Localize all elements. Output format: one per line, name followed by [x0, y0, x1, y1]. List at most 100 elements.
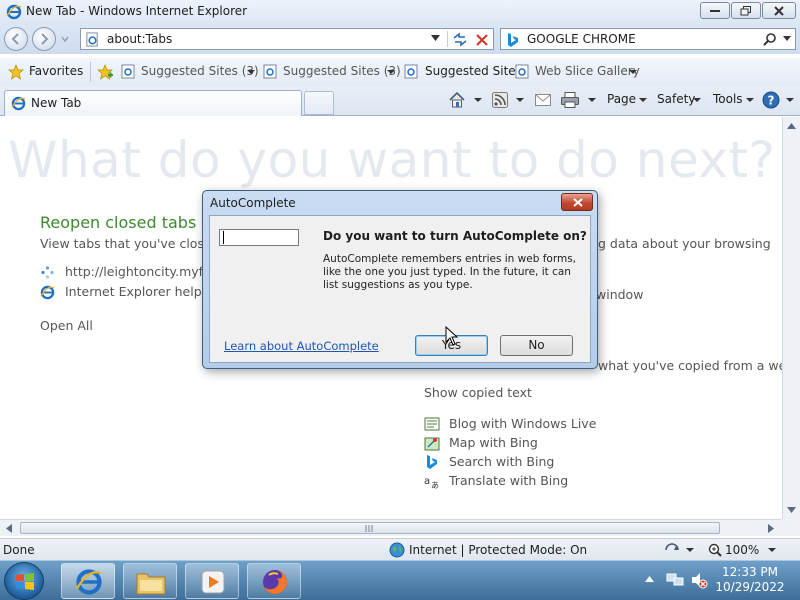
horizontal-scrollbar[interactable]	[0, 519, 782, 536]
inprivate-window-text[interactable]: window	[596, 287, 643, 302]
favorites-bar: Favorites Suggested Sites (3) Suggested …	[0, 58, 800, 86]
protected-mode-icon[interactable]	[664, 543, 680, 557]
reopen-closed-tabs-description: View tabs that you've closed	[40, 236, 220, 251]
print-dropdown-icon[interactable]	[588, 98, 596, 102]
closed-tab-url: http://leightoncity.myftp	[65, 264, 216, 279]
accelerator-label: Map with Bing	[449, 435, 538, 450]
page-menu[interactable]: Page	[607, 92, 636, 110]
show-copied-text-link[interactable]: Show copied text	[424, 385, 532, 400]
scroll-down-icon[interactable]	[787, 507, 796, 513]
search-dropdown-icon[interactable]	[783, 36, 791, 42]
address-input[interactable]: about:Tabs	[107, 32, 172, 46]
page-dropdown-icon[interactable]	[639, 98, 647, 102]
tools-menu[interactable]: Tools	[713, 92, 743, 110]
suggested-sites-link-3[interactable]: Suggested Sites	[425, 64, 522, 80]
search-box[interactable]: GOOGLE CHROME	[500, 28, 796, 50]
bing-icon	[508, 33, 518, 47]
stop-icon[interactable]	[474, 32, 490, 48]
refresh-icon[interactable]	[451, 31, 469, 48]
accelerator-label: Blog with Windows Live	[449, 416, 597, 431]
vertical-scrollbar[interactable]	[782, 117, 800, 519]
add-to-favorites-bar-icon[interactable]	[96, 63, 114, 81]
restore-button[interactable]	[731, 2, 761, 19]
scroll-left-icon[interactable]	[6, 524, 12, 533]
minimize-button[interactable]	[700, 2, 730, 19]
dropdown-caret-icon[interactable]	[387, 70, 395, 74]
taskbar: 12:33 PM 10/29/2022	[0, 560, 800, 600]
feeds-dropdown-icon[interactable]	[516, 98, 524, 102]
dropdown-caret-icon[interactable]	[629, 70, 637, 74]
safety-dropdown-icon[interactable]	[693, 98, 701, 102]
windows-live-blog-icon	[424, 417, 440, 431]
feeds-icon[interactable]	[492, 92, 508, 108]
close-window-button[interactable]	[762, 2, 796, 19]
safety-menu[interactable]: Safety	[657, 92, 695, 110]
accelerator-label: Search with Bing	[449, 454, 555, 469]
dropdown-caret-icon[interactable]	[247, 70, 255, 74]
scroll-right-icon[interactable]	[768, 524, 774, 533]
new-tab-button[interactable]	[304, 91, 334, 115]
home-dropdown-icon[interactable]	[474, 98, 482, 102]
tab-new-tab[interactable]: New Tab	[4, 90, 302, 116]
tools-dropdown-icon[interactable]	[746, 98, 754, 102]
window-title: New Tab - Windows Internet Explorer	[26, 4, 248, 18]
show-hidden-icons-icon[interactable]	[645, 576, 654, 582]
clock-time: 12:33 PM	[722, 565, 778, 579]
browsing-data-text: g data about your browsing	[598, 236, 771, 251]
horizontal-scroll-thumb[interactable]	[20, 522, 720, 534]
dialog-close-button[interactable]	[561, 193, 593, 211]
taskbar-firefox[interactable]	[247, 563, 301, 599]
favorites-label: Favorites	[29, 64, 84, 78]
search-icon[interactable]	[763, 32, 777, 46]
suggested-sites-link-2[interactable]: Suggested Sites (3)	[283, 64, 401, 80]
windows-logo-icon	[16, 573, 34, 590]
media-player-icon	[201, 570, 225, 594]
autocomplete-sample-input[interactable]	[219, 229, 299, 246]
dialog-title: AutoComplete	[210, 196, 296, 210]
bing-icon	[427, 455, 437, 469]
protected-mode-dropdown-icon[interactable]	[686, 548, 694, 552]
dialog-body: Do you want to turn AutoComplete on? Aut…	[209, 215, 591, 363]
network-icon[interactable]	[666, 572, 684, 588]
address-dropdown-icon[interactable]	[431, 35, 440, 41]
forward-button[interactable]	[32, 27, 56, 51]
security-zone[interactable]: Internet | Protected Mode: On	[409, 543, 587, 557]
favorites-star-icon	[8, 64, 24, 80]
help-dropdown-icon[interactable]	[786, 98, 794, 102]
taskbar-internet-explorer[interactable]	[61, 563, 115, 599]
home-icon[interactable]	[448, 91, 466, 109]
title-bar: New Tab - Windows Internet Explorer	[0, 0, 800, 24]
search-input[interactable]: GOOGLE CHROME	[527, 32, 636, 46]
web-slice-icon	[515, 64, 529, 79]
tab-row: New Tab Page Safety Tools ?	[0, 86, 800, 116]
web-slice-gallery-link[interactable]: Web Slice Gallery	[535, 64, 640, 80]
mail-icon[interactable]	[535, 93, 551, 107]
history-dropdown-icon[interactable]	[60, 34, 70, 44]
svg-text:a: a	[424, 476, 430, 487]
learn-about-autocomplete-link[interactable]: Learn about AutoComplete	[224, 339, 379, 353]
system-clock[interactable]: 12:33 PM 10/29/2022	[700, 565, 800, 595]
help-icon[interactable]: ?	[762, 91, 780, 109]
zoom-level[interactable]: 100%	[725, 543, 759, 557]
back-arrow-icon	[11, 33, 19, 45]
back-button[interactable]	[4, 27, 28, 51]
internet-explorer-icon	[75, 569, 102, 595]
svg-text:あ: あ	[431, 481, 439, 489]
print-icon[interactable]	[561, 92, 579, 108]
dialog-description: AutoComplete remembers entries in web fo…	[323, 253, 577, 291]
minimize-icon	[710, 9, 720, 12]
text-cursor	[223, 231, 224, 244]
suggested-sites-link-1[interactable]: Suggested Sites (3)	[141, 64, 259, 80]
close-icon	[573, 198, 583, 207]
zoom-dropdown-icon[interactable]	[768, 548, 776, 552]
firefox-icon	[263, 570, 287, 594]
address-bar[interactable]: about:Tabs	[80, 28, 494, 50]
scroll-up-icon[interactable]	[787, 123, 796, 129]
start-button[interactable]	[4, 562, 44, 600]
open-all-link[interactable]: Open All	[40, 318, 93, 333]
taskbar-file-explorer[interactable]	[123, 563, 177, 599]
no-button[interactable]: No	[500, 335, 573, 356]
favorites-button[interactable]: Favorites	[8, 64, 88, 80]
taskbar-media-player[interactable]	[185, 563, 239, 599]
zoom-icon[interactable]	[708, 543, 722, 557]
